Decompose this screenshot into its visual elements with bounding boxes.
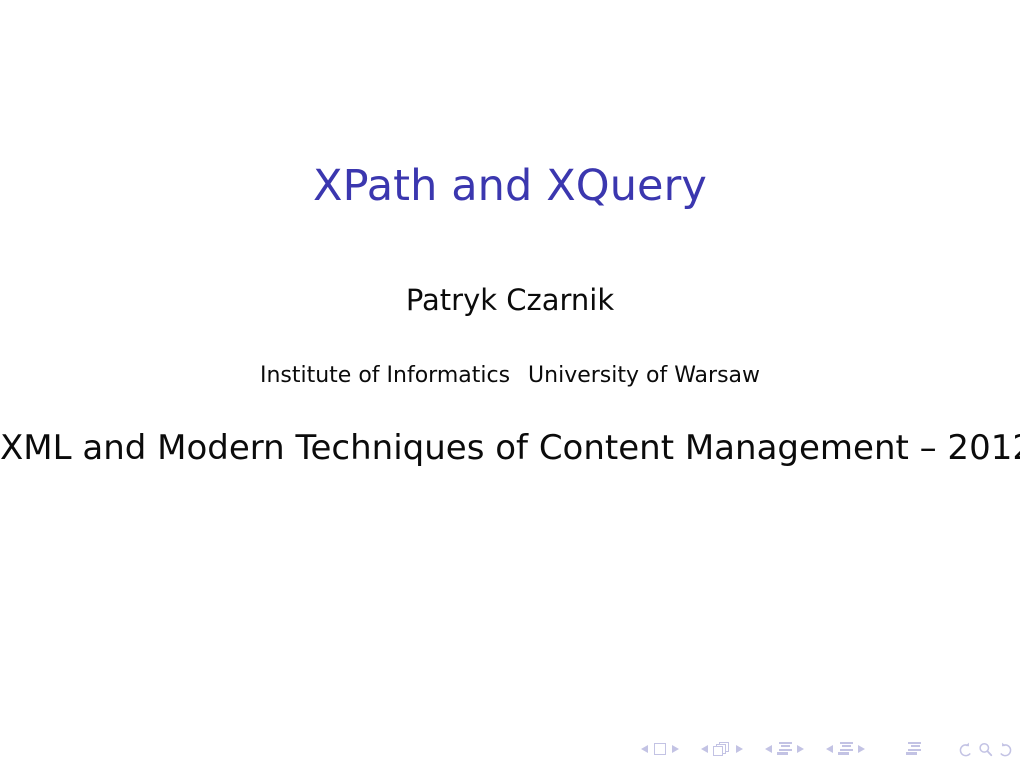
- slide-navigation-group[interactable]: [637, 741, 683, 757]
- page-title: XPath and XQuery: [313, 161, 707, 211]
- document-icon[interactable]: [906, 741, 922, 757]
- document-navigation-group[interactable]: [905, 741, 923, 757]
- subsection-icon[interactable]: [777, 741, 792, 757]
- forward-icon[interactable]: [997, 741, 1014, 758]
- beamer-navigation-bar[interactable]: [637, 737, 1014, 761]
- author-name: Patryk Czarnik: [405, 283, 615, 317]
- institute-line: Institute of Informatics University of Wa…: [0, 361, 1020, 391]
- next-section-icon[interactable]: [858, 745, 865, 753]
- next-slide-icon[interactable]: [672, 745, 679, 753]
- institute-secondary: University of Warsaw: [528, 363, 761, 388]
- next-frame-icon[interactable]: [736, 745, 743, 753]
- presentation-slide: XPath and XQuery Patryk Czarnik Institut…: [0, 0, 1020, 765]
- previous-slide-icon[interactable]: [641, 745, 648, 753]
- section-navigation-group[interactable]: [822, 741, 869, 757]
- frame-icon[interactable]: [713, 741, 731, 757]
- previous-subsection-icon[interactable]: [765, 745, 772, 753]
- course-subtitle: XML and Modern Techniques of Content Man…: [0, 428, 1020, 468]
- next-subsection-icon[interactable]: [797, 745, 804, 753]
- previous-frame-icon[interactable]: [701, 745, 708, 753]
- institute-primary: Institute of Informatics: [259, 363, 511, 388]
- history-navigation-group[interactable]: [957, 741, 1014, 758]
- previous-section-icon[interactable]: [826, 745, 833, 753]
- subsection-navigation-group[interactable]: [761, 741, 808, 757]
- slide-icon[interactable]: [654, 743, 666, 755]
- frame-navigation-group[interactable]: [697, 741, 747, 757]
- search-icon[interactable]: [977, 741, 994, 758]
- section-icon[interactable]: [838, 741, 853, 757]
- back-icon[interactable]: [957, 741, 974, 758]
